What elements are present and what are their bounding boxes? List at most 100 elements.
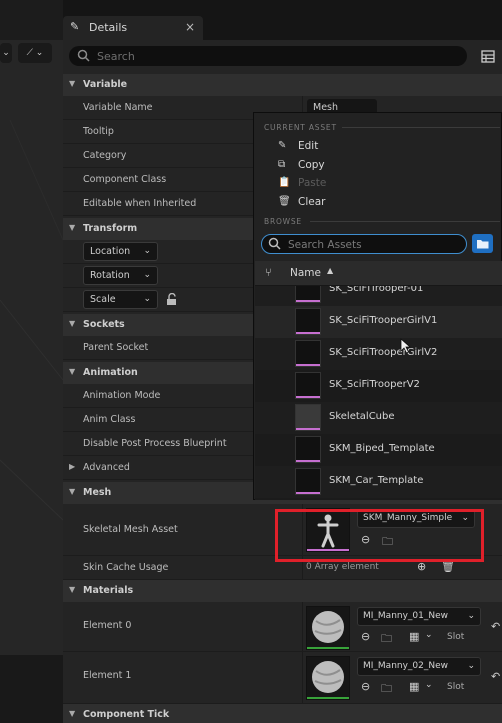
list-item[interactable]: SKM_Car_Template — [255, 466, 502, 498]
material-thumbnail[interactable] — [306, 656, 350, 700]
pencil-icon: ✎ — [70, 20, 80, 33]
reset-arrow-icon[interactable]: ↶ — [491, 620, 500, 633]
array-count-label: 0 Array element — [306, 562, 379, 572]
asset-search[interactable] — [261, 234, 467, 254]
divider — [310, 221, 500, 222]
tab-details[interactable]: ✎ Details × — [63, 16, 203, 40]
mouse-cursor-icon — [400, 338, 412, 354]
property-label: Advanced — [83, 462, 130, 473]
list-item[interactable]: SkeletalCube — [255, 402, 502, 434]
material-thumbnail[interactable] — [306, 606, 350, 650]
property-label: Category — [83, 150, 127, 161]
viewport-snap-button[interactable]: ⟋ ⌄ — [18, 43, 52, 63]
name-column-header[interactable]: Name — [290, 267, 321, 279]
property-label: Element 1 — [83, 670, 132, 681]
menu-label: Copy — [298, 159, 325, 171]
chevron-down-icon: ▼ — [69, 585, 76, 594]
scale-dropdown[interactable]: Scale ⌄ — [83, 290, 158, 309]
property-label: Parent Socket — [83, 342, 149, 353]
asset-thumbnail — [295, 404, 321, 431]
list-item[interactable]: SK_SciFiTrooperGirlV1 — [255, 306, 502, 338]
dropdown-label: MI_Manny_01_New — [363, 611, 449, 621]
divider — [342, 127, 500, 128]
section-header: BROWSE — [264, 217, 302, 226]
chevron-down-icon: ⌄ — [143, 246, 151, 256]
asset-type-bar — [296, 332, 320, 334]
section-header: CURRENT ASSET — [264, 123, 337, 132]
row-material-element-1: Element 1 MI_Manny_02_New ⌄ ⊖ 🗀 ▦ ⌄ Slot… — [63, 652, 502, 704]
asset-type-bar — [296, 492, 320, 494]
asset-type-bar — [296, 300, 320, 302]
hierarchy-icon[interactable]: ⑂ — [265, 266, 272, 279]
browse-folder-icon[interactable]: 🗀 — [381, 680, 392, 699]
menu-label: Edit — [298, 140, 319, 152]
details-search[interactable] — [69, 46, 467, 66]
category-label: Animation — [83, 367, 138, 378]
content-browser-button[interactable] — [472, 234, 493, 253]
list-item[interactable]: SK_SciFITrooper-01 — [255, 286, 502, 306]
menu-label: Paste — [298, 177, 327, 189]
viewport-dropdown-button[interactable]: ⌄ — [0, 43, 12, 63]
list-item[interactable]: SKM_Biped_Template — [255, 434, 502, 466]
location-dropdown[interactable]: Location ⌄ — [83, 242, 158, 261]
menu-label: Clear — [298, 196, 326, 208]
viewport-panel[interactable]: ⌄ ⟋ ⌄ — [0, 0, 63, 723]
tab-bar: ✎ Details × — [63, 0, 502, 40]
material-dropdown-0[interactable]: MI_Manny_01_New ⌄ — [357, 607, 481, 626]
chevron-down-icon: ⌄ — [467, 611, 475, 621]
category-label: Mesh — [83, 487, 112, 498]
material-sphere-icon — [307, 611, 349, 649]
chevron-down-icon: ⌄ — [143, 270, 151, 280]
unlock-icon[interactable] — [166, 293, 178, 306]
checker-icon[interactable]: ▦ — [409, 630, 419, 643]
use-selected-icon[interactable]: ⊖ — [361, 630, 370, 643]
category-variable[interactable]: ▼ Variable — [63, 74, 502, 96]
asset-search-input[interactable] — [286, 237, 466, 253]
asset-type-bar — [296, 396, 320, 398]
chevron-right-icon: ▶ — [69, 462, 76, 471]
asset-thumbnail — [295, 436, 321, 463]
search-icon — [268, 237, 281, 250]
browse-folder-icon[interactable]: 🗀 — [381, 630, 392, 649]
asset-name: SK_SciFITrooper-01 — [329, 286, 424, 294]
category-label: Transform — [83, 223, 138, 234]
use-selected-icon[interactable]: ⊖ — [361, 680, 370, 693]
property-label: Variable Name — [83, 102, 153, 113]
category-label: Variable — [83, 79, 128, 90]
trash-icon: 🗑 — [278, 196, 291, 207]
asset-type-bar — [296, 364, 320, 366]
chevron-down-icon: ▼ — [69, 709, 76, 718]
chevron-down-icon: ▼ — [69, 223, 76, 232]
category-materials[interactable]: ▼ Materials — [63, 580, 502, 602]
asset-thumbnail — [295, 340, 321, 367]
asset-type-bar — [296, 460, 320, 462]
reset-arrow-icon[interactable]: ↶ — [491, 670, 500, 683]
asset-list[interactable]: SK_SciFITrooper-01 SK_SciFiTrooperGirlV1… — [255, 286, 502, 500]
asset-name: SKM_Biped_Template — [329, 443, 435, 454]
chevron-down-icon: ▼ — [69, 79, 76, 88]
asset-list-header: ⑂ Name ▲ — [255, 261, 502, 286]
column-divider[interactable] — [302, 652, 303, 703]
asset-name: SK_SciFiTrooperGirlV1 — [329, 315, 438, 326]
rotation-dropdown[interactable]: Rotation ⌄ — [83, 266, 158, 285]
material-dropdown-1[interactable]: MI_Manny_02_New ⌄ — [357, 657, 481, 676]
category-component-tick[interactable]: ▼ Component Tick — [63, 704, 502, 723]
close-icon[interactable]: × — [185, 20, 195, 34]
checker-icon[interactable]: ▦ — [409, 680, 419, 693]
details-search-input[interactable] — [95, 48, 459, 65]
property-label: Disable Post Process Blueprint — [83, 438, 227, 449]
material-sphere-icon — [307, 661, 349, 699]
chevron-down-icon: ⌄ — [143, 294, 151, 304]
chevron-down-icon[interactable]: ⌄ — [425, 680, 433, 690]
slot-label: Slot — [447, 682, 465, 692]
property-label: Anim Class — [83, 414, 136, 425]
property-label: Skeletal Mesh Asset — [83, 524, 178, 535]
column-divider[interactable] — [302, 602, 303, 651]
chevron-down-icon: ⌄ — [467, 661, 475, 671]
sort-ascending-icon: ▲ — [327, 266, 334, 275]
table-view-icon[interactable] — [481, 50, 495, 64]
paste-icon: 📋 — [278, 177, 291, 188]
list-item[interactable]: SK_SciFiTrooperV2 — [255, 370, 502, 402]
list-item[interactable]: SK_SciFiTrooperGirlV2 — [255, 338, 502, 370]
chevron-down-icon[interactable]: ⌄ — [425, 630, 433, 640]
